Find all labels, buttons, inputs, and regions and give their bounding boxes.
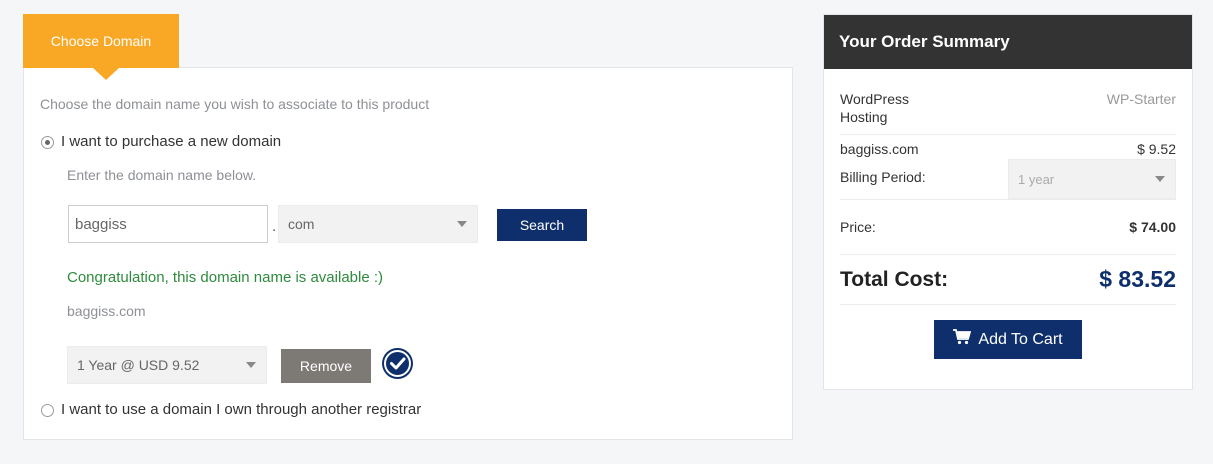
chevron-down-icon: [457, 221, 467, 227]
registration-period-select[interactable]: 1 Year @ USD 9.52: [67, 346, 267, 384]
billing-period-label: Billing Period:: [840, 169, 926, 185]
order-summary-title: Your Order Summary: [824, 15, 1192, 69]
price-row: Price: $ 74.00: [840, 219, 1176, 237]
tab-pointer: [93, 68, 119, 80]
summary-domain-name: baggiss.com: [840, 141, 919, 157]
product-name: WordPress Hosting: [840, 91, 909, 125]
billing-period-select[interactable]: 1 year: [1008, 159, 1176, 199]
existing-domain-radio[interactable]: [41, 404, 54, 417]
purchase-new-domain-radio[interactable]: [41, 136, 54, 149]
product-plan: WP-Starter: [1106, 91, 1176, 107]
chevron-down-icon: [1155, 176, 1165, 182]
registration-period-value: 1 Year @ USD 9.52: [77, 357, 200, 373]
add-to-cart-button[interactable]: Add To Cart: [934, 320, 1082, 359]
price-value: $ 74.00: [1129, 219, 1176, 235]
availability-message: Congratulation, this domain name is avai…: [67, 269, 384, 286]
divider: [840, 304, 1176, 305]
product-row: WordPress Hosting WP-Starter: [840, 90, 1176, 126]
tld-select-value: com: [288, 216, 315, 232]
purchase-new-domain-label[interactable]: I want to purchase a new domain: [61, 133, 281, 150]
total-cost-label: Total Cost:: [840, 268, 949, 291]
found-domain-name: baggiss.com: [67, 303, 146, 319]
total-cost-value: $ 83.52: [1099, 266, 1176, 292]
add-to-cart-label: Add To Cart: [978, 330, 1063, 348]
domain-hint: Enter the domain name below.: [67, 167, 257, 183]
domain-dot-separator: .: [272, 218, 277, 235]
choose-domain-tab-label: Choose Domain: [50, 33, 152, 49]
search-button[interactable]: Search: [497, 209, 587, 241]
domain-name-input[interactable]: [68, 205, 268, 243]
divider: [840, 134, 1176, 135]
summary-domain-price: $ 9.52: [1137, 141, 1176, 157]
price-label: Price:: [840, 219, 876, 235]
checkmark-circle-icon: [382, 348, 413, 379]
intro-text: Choose the domain name you wish to assoc…: [40, 96, 430, 112]
order-summary-panel: Your Order Summary WordPress Hosting WP-…: [823, 14, 1193, 390]
billing-period-value: 1 year: [1018, 171, 1055, 187]
divider: [840, 254, 1176, 255]
remove-button[interactable]: Remove: [281, 349, 371, 383]
divider: [840, 199, 1176, 200]
tld-select[interactable]: com: [278, 205, 478, 243]
chevron-down-icon: [246, 362, 256, 368]
total-row: Total Cost: $ 83.52: [840, 265, 1176, 295]
existing-domain-label[interactable]: I want to use a domain I own through ano…: [61, 401, 421, 418]
choose-domain-panel: Choose the domain name you wish to assoc…: [23, 67, 793, 440]
choose-domain-tab[interactable]: Choose Domain: [23, 14, 179, 80]
billing-row: Billing Period: 1 year: [840, 159, 1176, 199]
shopping-cart-icon: [953, 329, 972, 350]
domain-row: baggiss.com $ 9.52: [840, 141, 1176, 159]
